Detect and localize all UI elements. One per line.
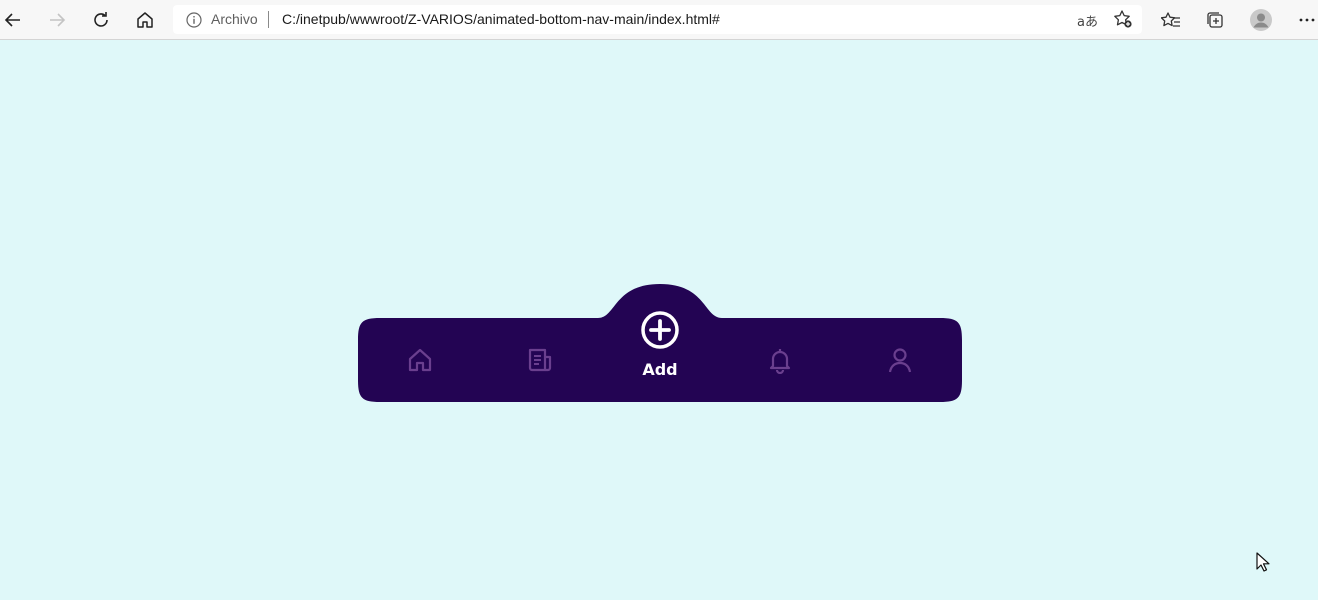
nav-item-news[interactable] xyxy=(510,330,570,390)
home-button[interactable] xyxy=(129,4,161,36)
profile-avatar xyxy=(1250,9,1272,31)
more-menu-icon xyxy=(1299,18,1315,22)
info-icon[interactable] xyxy=(186,12,202,28)
back-button[interactable] xyxy=(0,4,29,36)
add-favorite-icon[interactable] xyxy=(1113,9,1133,29)
bell-icon xyxy=(769,349,791,374)
mouse-pointer-icon xyxy=(1256,552,1270,572)
back-arrow-icon xyxy=(4,13,20,27)
profile-button[interactable] xyxy=(1245,4,1277,36)
nav-item-home[interactable] xyxy=(390,330,450,390)
more-menu-button[interactable] xyxy=(1291,4,1318,36)
favorites-icon xyxy=(1161,12,1180,27)
collections-button[interactable] xyxy=(1199,4,1231,36)
favorites-button[interactable] xyxy=(1155,4,1187,36)
collections-icon xyxy=(1207,12,1223,28)
nav-item-profile[interactable] xyxy=(870,330,930,390)
address-divider xyxy=(268,11,269,28)
home-icon xyxy=(408,348,432,372)
user-icon xyxy=(888,348,912,373)
browser-toolbar: Archivo C:/inetpub/wwwroot/Z-VARIOS/anim… xyxy=(0,0,1318,40)
nav-label-add: Add xyxy=(642,360,678,379)
plus-circle-icon xyxy=(641,311,679,349)
url-text[interactable]: C:/inetpub/wwwroot/Z-VARIOS/animated-bot… xyxy=(282,11,720,27)
address-bar[interactable]: Archivo C:/inetpub/wwwroot/Z-VARIOS/anim… xyxy=(173,5,1142,34)
nav-item-notifications[interactable] xyxy=(750,330,810,390)
forward-button[interactable] xyxy=(41,4,73,36)
newspaper-icon xyxy=(528,348,552,372)
nav-item-add[interactable] xyxy=(630,300,690,360)
forward-arrow-icon xyxy=(50,13,66,27)
reload-icon xyxy=(94,12,108,27)
read-aloud-icon[interactable]: aあ xyxy=(1077,11,1098,30)
reload-button[interactable] xyxy=(85,4,117,36)
bottom-navigation: Add xyxy=(358,284,962,402)
home-icon xyxy=(137,12,153,28)
site-info-label[interactable]: Archivo xyxy=(211,11,258,27)
